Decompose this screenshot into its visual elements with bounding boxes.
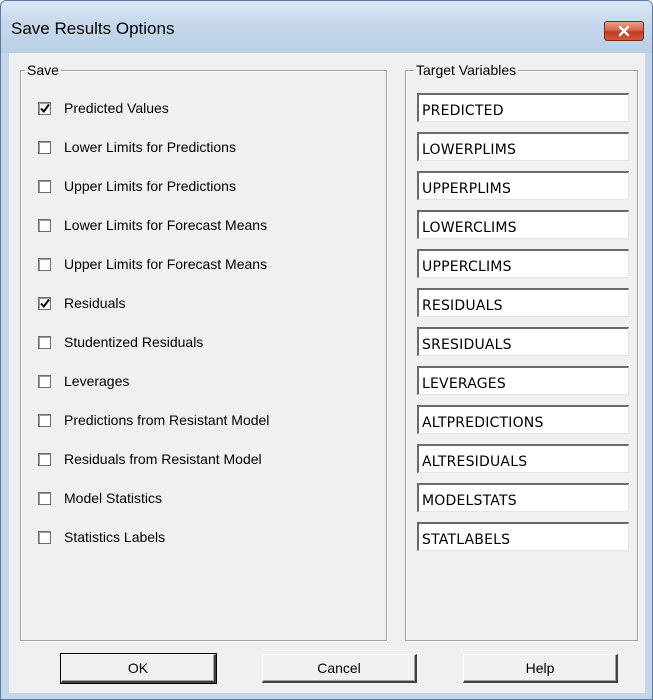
- save-option-checkbox[interactable]: [38, 413, 51, 427]
- target-variable-input[interactable]: [417, 132, 629, 161]
- save-option-checkbox[interactable]: [38, 218, 51, 232]
- save-option-label[interactable]: Studentized Residuals: [64, 334, 203, 350]
- title-bar[interactable]: Save Results Options: [1, 1, 652, 53]
- save-option-row[interactable]: Model Statistics: [38, 488, 162, 508]
- target-variable-input[interactable]: [417, 522, 629, 551]
- save-option-label[interactable]: Lower Limits for Predictions: [64, 139, 236, 155]
- save-option-row[interactable]: Statistics Labels: [38, 527, 165, 547]
- save-option-label[interactable]: Leverages: [64, 373, 129, 389]
- target-variable-input[interactable]: [417, 93, 629, 122]
- dialog-client-area: Save Target Variables Predicted Values Lo…: [9, 53, 645, 693]
- save-option-label[interactable]: Lower Limits for Forecast Means: [64, 217, 267, 233]
- save-option-label[interactable]: Upper Limits for Predictions: [64, 178, 236, 194]
- save-option-row[interactable]: Lower Limits for Forecast Means: [38, 215, 267, 235]
- save-option-row[interactable]: Upper Limits for Forecast Means: [38, 254, 267, 274]
- checkmark-icon: [40, 103, 50, 113]
- save-option-label[interactable]: Residuals: [64, 295, 125, 311]
- ok-button[interactable]: OK: [60, 653, 217, 684]
- target-variable-input[interactable]: [417, 483, 629, 512]
- save-option-label[interactable]: Predicted Values: [64, 100, 169, 116]
- save-option-label[interactable]: Upper Limits for Forecast Means: [64, 256, 267, 272]
- save-option-row[interactable]: Upper Limits for Predictions: [38, 176, 236, 196]
- save-option-checkbox[interactable]: [38, 101, 51, 115]
- window-title: Save Results Options: [11, 19, 175, 38]
- target-variable-input[interactable]: [417, 366, 629, 395]
- save-option-checkbox[interactable]: [38, 179, 51, 193]
- save-option-checkbox[interactable]: [38, 491, 51, 505]
- target-variable-input[interactable]: [417, 444, 629, 473]
- save-option-row[interactable]: Residuals: [38, 293, 125, 313]
- save-option-row[interactable]: Residuals from Resistant Model: [38, 449, 262, 469]
- target-variable-input[interactable]: [417, 249, 629, 278]
- save-option-checkbox[interactable]: [38, 140, 51, 154]
- save-option-label[interactable]: Model Statistics: [64, 490, 162, 506]
- save-option-checkbox[interactable]: [38, 374, 51, 388]
- save-option-row[interactable]: Studentized Residuals: [38, 332, 203, 352]
- save-option-checkbox[interactable]: [38, 296, 51, 310]
- save-option-row[interactable]: Leverages: [38, 371, 129, 391]
- target-variable-input[interactable]: [417, 288, 629, 317]
- dialog-window: Save Results Options Save Target Variabl…: [0, 0, 653, 700]
- target-variable-input[interactable]: [417, 171, 629, 200]
- help-button[interactable]: Help: [463, 654, 618, 683]
- save-option-label[interactable]: Residuals from Resistant Model: [64, 451, 262, 467]
- save-option-label[interactable]: Statistics Labels: [64, 529, 165, 545]
- target-variables-group-label: Target Variables: [414, 62, 519, 78]
- cancel-button[interactable]: Cancel: [262, 654, 417, 683]
- save-option-checkbox[interactable]: [38, 335, 51, 349]
- save-option-label[interactable]: Predictions from Resistant Model: [64, 412, 269, 428]
- target-variable-input[interactable]: [417, 327, 629, 356]
- save-option-checkbox[interactable]: [38, 530, 51, 544]
- target-variable-input[interactable]: [417, 405, 629, 434]
- checkmark-icon: [40, 298, 50, 308]
- save-option-checkbox[interactable]: [38, 452, 51, 466]
- close-button[interactable]: [604, 21, 644, 41]
- save-option-row[interactable]: Lower Limits for Predictions: [38, 137, 236, 157]
- save-option-row[interactable]: Predicted Values: [38, 98, 169, 118]
- save-option-row[interactable]: Predictions from Resistant Model: [38, 410, 269, 430]
- save-option-checkbox[interactable]: [38, 257, 51, 271]
- target-variable-input[interactable]: [417, 210, 629, 239]
- close-icon: [618, 25, 630, 37]
- save-group-label: Save: [25, 62, 61, 78]
